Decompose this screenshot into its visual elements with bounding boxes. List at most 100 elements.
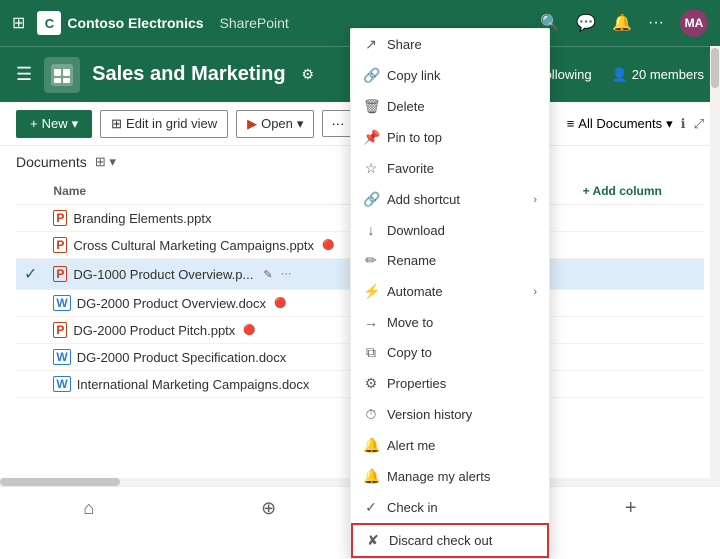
move-icon: →: [363, 314, 379, 330]
file-name[interactable]: Cross Cultural Marketing Campaigns.pptx: [73, 238, 314, 253]
plus-icon: +: [30, 116, 38, 131]
download-icon: ↓: [363, 222, 379, 238]
menu-item-version-history[interactable]: ⏱ Version history: [351, 399, 549, 430]
menu-item-copy-to[interactable]: ⧉ Copy to: [351, 337, 549, 368]
open-button[interactable]: ▶ Open ▾: [236, 110, 314, 138]
col-add-column[interactable]: + Add column: [575, 178, 704, 205]
empty-cell: [575, 259, 704, 290]
view-toggle-icon[interactable]: ⊞ ▾: [95, 154, 116, 170]
context-menu: ↗ Share 🔗 Copy link 🗑 Delete 📌 Pin to to…: [350, 28, 550, 559]
submenu-arrow-icon: ›: [533, 194, 537, 206]
more-button[interactable]: ···: [322, 110, 353, 137]
all-docs-label: All Documents: [578, 116, 662, 131]
menu-item-share[interactable]: ↗ Share: [351, 29, 549, 60]
empty-cell: [575, 317, 704, 344]
menu-item-label: Copy link: [387, 68, 440, 83]
share-icon: ↗: [363, 36, 379, 53]
add-icon[interactable]: +: [625, 497, 637, 520]
menu-item-manage-alerts[interactable]: 🔔 Manage my alerts: [351, 461, 549, 492]
settings-icon[interactable]: ⚙: [302, 66, 315, 83]
members-button[interactable]: 👤 20 members: [612, 67, 704, 83]
menu-item-add-shortcut[interactable]: 🔗 Add shortcut ›: [351, 184, 549, 215]
discard-icon: ✘: [365, 532, 381, 549]
menu-item-pin-to-top[interactable]: 📌 Pin to top: [351, 122, 549, 153]
list-icon: ≡: [567, 116, 575, 131]
row-checkbox[interactable]: ✓: [16, 259, 45, 290]
file-name[interactable]: Branding Elements.pptx: [73, 211, 211, 226]
home-icon[interactable]: ⌂: [83, 498, 94, 519]
copy-icon: ⧉: [363, 344, 379, 361]
avatar[interactable]: MA: [680, 9, 708, 37]
menu-item-check-in[interactable]: ✓ Check in: [351, 492, 549, 523]
chat-icon[interactable]: 💬: [576, 13, 596, 33]
menu-item-label: Move to: [387, 315, 433, 330]
checkin-icon: ✓: [363, 499, 379, 516]
file-type-icon: P: [53, 266, 67, 282]
row-checkbox[interactable]: [16, 317, 45, 344]
row-checkbox[interactable]: [16, 232, 45, 259]
file-name[interactable]: DG-1000 Product Overview.p...: [73, 267, 253, 282]
file-type-icon: W: [53, 349, 70, 365]
menu-item-favorite[interactable]: ☆ Favorite: [351, 153, 549, 184]
menu-item-move-to[interactable]: → Move to: [351, 307, 549, 337]
file-name[interactable]: International Marketing Campaigns.docx: [77, 377, 310, 392]
menu-item-rename[interactable]: ✏ Rename: [351, 245, 549, 276]
members-icon: 👤: [612, 67, 628, 83]
edit-grid-button[interactable]: ⊞ Edit in grid view: [100, 110, 228, 138]
row-checkbox[interactable]: [16, 205, 45, 232]
row-more-icon[interactable]: ···: [281, 268, 292, 280]
row-checkbox[interactable]: [16, 344, 45, 371]
more-nav-icon[interactable]: ···: [648, 14, 664, 32]
h-scroll-thumb[interactable]: [0, 478, 120, 486]
new-label: New: [42, 116, 68, 131]
docs-title: Documents: [16, 154, 87, 170]
file-type-icon: W: [53, 295, 70, 311]
file-name[interactable]: DG-2000 Product Overview.docx: [77, 296, 266, 311]
menu-item-automate[interactable]: ⚡ Automate ›: [351, 276, 549, 307]
menu-item-download[interactable]: ↓ Download: [351, 215, 549, 245]
menu-item-label: Pin to top: [387, 130, 442, 145]
new-button[interactable]: + New ▾: [16, 110, 92, 138]
properties-icon: ⚙: [363, 375, 379, 392]
logo-icon: C: [37, 11, 61, 35]
error-icon: 🔴: [322, 240, 334, 251]
file-name[interactable]: DG-2000 Product Pitch.pptx: [73, 323, 235, 338]
waffle-icon[interactable]: ⊞: [12, 13, 25, 33]
globe-icon[interactable]: ⊕: [261, 498, 276, 519]
chevron-down-icon: ▾: [72, 116, 79, 132]
menu-item-label: Copy to: [387, 345, 432, 360]
edit-icon[interactable]: ✎: [263, 268, 272, 281]
menu-item-delete[interactable]: 🗑 Delete: [351, 91, 549, 122]
file-type-icon: P: [53, 237, 67, 253]
star-icon: ☆: [363, 160, 379, 177]
site-title: Sales and Marketing: [92, 63, 285, 86]
company-logo[interactable]: C Contoso Electronics: [37, 11, 203, 35]
empty-cell: [575, 205, 704, 232]
menu-item-discard-checkout[interactable]: ✘ Discard check out: [351, 523, 549, 558]
error-icon: 🔴: [274, 298, 286, 309]
empty-cell: [575, 344, 704, 371]
menu-item-copy-link[interactable]: 🔗 Copy link: [351, 60, 549, 91]
row-checkbox[interactable]: [16, 371, 45, 398]
info-icon[interactable]: ℹ: [681, 116, 686, 132]
hamburger-icon[interactable]: ☰: [16, 64, 32, 85]
col-checkbox: [16, 178, 45, 205]
automate-icon: ⚡: [363, 283, 379, 300]
toolbar-right: ≡ All Documents ▾ ℹ ⤢: [567, 116, 704, 132]
bell-icon[interactable]: 🔔: [612, 13, 632, 33]
open-label: Open: [261, 116, 293, 131]
v-scroll-thumb[interactable]: [711, 48, 719, 88]
file-name[interactable]: DG-2000 Product Specification.docx: [77, 350, 287, 365]
menu-item-label: Download: [387, 223, 445, 238]
menu-item-label: Version history: [387, 407, 472, 422]
empty-cell: [575, 371, 704, 398]
menu-item-label: Properties: [387, 376, 446, 391]
app-name: SharePoint: [220, 15, 289, 31]
menu-item-alert-me[interactable]: 🔔 Alert me: [351, 430, 549, 461]
menu-item-label: Add shortcut: [387, 192, 460, 207]
vertical-scrollbar[interactable]: [710, 46, 720, 486]
menu-item-properties[interactable]: ⚙ Properties: [351, 368, 549, 399]
row-checkbox[interactable]: [16, 290, 45, 317]
all-docs-button[interactable]: ≡ All Documents ▾: [567, 116, 673, 132]
fullscreen-icon[interactable]: ⤢: [694, 116, 704, 132]
